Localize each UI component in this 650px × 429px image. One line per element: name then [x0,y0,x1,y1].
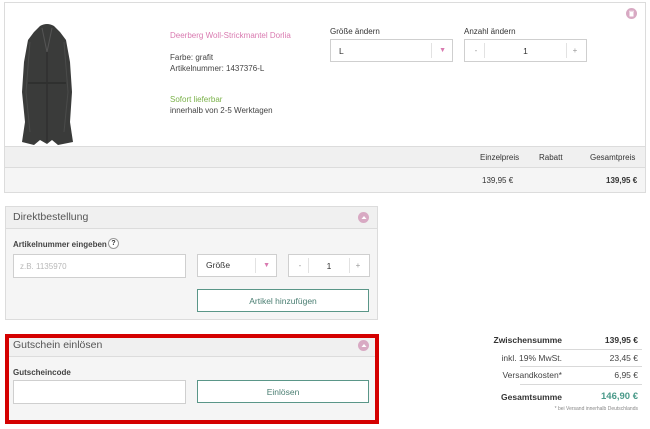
direct-order-size-select[interactable]: Größe ▼ [197,254,277,277]
shipping-value: 6,95 € [614,370,638,380]
totals-divider [520,384,642,385]
direct-order-quantity-stepper[interactable]: - 1 + [288,254,370,277]
change-size-label: Größe ändern [330,27,380,36]
direct-order-title: Direktbestellung [13,211,89,223]
grand-total-label: Gesamtsumme [501,392,562,402]
total-price-value: 139,95 € [606,176,638,185]
delivery-time: innerhalb von 2-5 Werktagen [170,106,273,115]
quantity-stepper[interactable]: - 1 + [464,39,587,62]
direct-order-increase-button[interactable]: + [349,258,366,273]
direct-order-size-value: Größe [206,260,231,270]
collapse-up-icon[interactable] [358,212,369,223]
remove-item-icon[interactable] [626,8,637,19]
price-value-row [5,168,645,192]
total-price-header: Gesamtpreis [590,153,636,162]
size-select-value: L [339,46,344,56]
sku-input-placeholder: z.B. 1135970 [20,262,67,271]
product-sku: Artikelnummer: 1437376-L [170,64,265,73]
quantity-value[interactable]: 1 [487,46,564,56]
unit-price-value: 139,95 € [482,176,514,185]
grand-total-value: 146,90 € [601,391,638,402]
chevron-down-icon: ▼ [439,47,446,54]
shipping-label: Versandkosten* [502,370,562,380]
highlight-frame [5,334,379,424]
product-image[interactable] [20,22,74,146]
vat-label: inkl. 19% MwSt. [501,353,562,363]
subtotal-label: Zwischensumme [493,335,563,345]
discount-header: Rabatt [539,153,563,162]
change-quantity-label: Anzahl ändern [464,27,516,36]
subtotal-value: 139,95 € [604,335,638,345]
shipping-footnote: * bei Versand innerhalb Deutschlands [554,406,638,412]
totals-divider [520,366,642,367]
add-item-button[interactable]: Artikel hinzufügen [197,289,369,312]
sku-input[interactable]: z.B. 1135970 [13,254,186,278]
vat-value: 23,45 € [609,353,638,363]
sku-input-label: Artikelnummer eingeben [13,240,107,249]
direct-order-quantity-value[interactable]: 1 [311,261,347,271]
totals-divider [520,349,642,350]
product-name-link[interactable]: Deerberg Woll-Strickmantel Dorlia [170,31,291,40]
size-select[interactable]: L ▼ [330,39,453,62]
direct-order-decrease-button[interactable]: - [292,258,309,273]
quantity-decrease-button[interactable]: - [468,43,485,58]
availability-status: Sofort lieferbar [170,95,223,104]
quantity-increase-button[interactable]: + [566,43,583,58]
product-color: Farbe: grafit [170,53,214,62]
chevron-down-icon: ▼ [263,262,270,269]
help-icon[interactable]: ? [108,238,119,249]
unit-price-header: Einzelpreis [480,153,520,162]
